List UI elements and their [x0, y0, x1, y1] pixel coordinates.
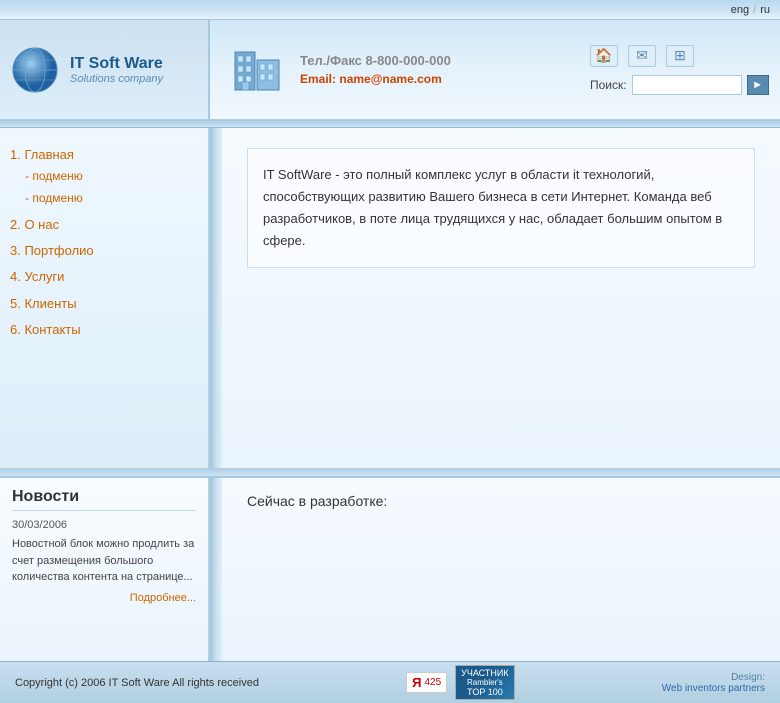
- search-label: Поиск:: [590, 78, 627, 92]
- email-value: name@name.com: [339, 72, 441, 86]
- nav-item-services: 4. Услуги: [10, 265, 198, 288]
- footer-design: Design: Web inventors partners: [662, 672, 765, 694]
- header-right: 🏠 ✉ ⊞ Поиск: ►: [580, 45, 780, 95]
- nav-sub-item-2: - подменю: [25, 188, 198, 210]
- logo-text: IT Soft Ware Solutions company: [70, 54, 163, 85]
- content-area: IT SoftWare - это полный комплекс услуг …: [222, 128, 780, 468]
- lang-ru[interactable]: ru: [760, 4, 770, 16]
- search-input[interactable]: [632, 75, 742, 95]
- main-content-text: IT SoftWare - это полный комплекс услуг …: [247, 148, 755, 268]
- nav-item-clients: 5. Клиенты: [10, 292, 198, 315]
- lang-eng[interactable]: eng: [731, 4, 749, 16]
- nav-sub-item-1: - подменю: [25, 166, 198, 188]
- footer: Copyright (c) 2006 IT Soft Ware All righ…: [0, 661, 780, 703]
- nav-link-services[interactable]: 4. Услуги: [10, 269, 64, 284]
- sidebar: 1. Главная - подменю - подменю 2. О нас …: [0, 128, 210, 468]
- news-title: Новости: [12, 488, 196, 511]
- contact-info: Тел./Факс 8-800-000-000 Email: name@name…: [300, 53, 451, 86]
- search-row: Поиск: ►: [590, 75, 769, 95]
- nav-item-contacts: 6. Контакты: [10, 318, 198, 341]
- footer-badges: Я 425 УЧАСТНИК Rambler's TOP 100: [406, 665, 514, 700]
- search-button[interactable]: ►: [747, 75, 769, 95]
- nav-item-portfolio: 3. Портфолио: [10, 239, 198, 262]
- email-address: Email: name@name.com: [300, 72, 451, 86]
- news-date: 30/03/2006: [12, 519, 196, 531]
- phone-number: Тел./Факс 8-800-000-000: [300, 53, 451, 68]
- nav-link-home[interactable]: 1. Главная: [10, 147, 74, 162]
- rambler-top100: TOP 100: [467, 687, 503, 697]
- rambler-badge[interactable]: УЧАСТНИК Rambler's TOP 100: [455, 665, 514, 700]
- nav-item-about: 2. О нас: [10, 213, 198, 236]
- yandex-logo: Я: [412, 675, 421, 690]
- nav-sub-link-1[interactable]: - подменю: [25, 169, 83, 183]
- main-area: 1. Главная - подменю - подменю 2. О нас …: [0, 128, 780, 468]
- bottom-area: Новости 30/03/2006 Новостной блок можно …: [0, 476, 780, 661]
- mail-icon-button[interactable]: ✉: [628, 45, 656, 67]
- rambler-name: Rambler's: [467, 678, 503, 687]
- dev-block: Сейчас в разработке:: [222, 478, 780, 661]
- home-icon-button[interactable]: 🏠: [590, 45, 618, 67]
- nav-link-portfolio[interactable]: 3. Портфолио: [10, 243, 94, 258]
- nav-menu: 1. Главная - подменю - подменю 2. О нас …: [10, 143, 198, 342]
- language-switcher: eng / ru: [731, 4, 770, 16]
- email-label-text: Email:: [300, 72, 336, 86]
- logo-globe-icon: [10, 45, 60, 95]
- nav-link-about[interactable]: 2. О нас: [10, 217, 59, 232]
- rambler-participant: УЧАСТНИК: [461, 668, 508, 678]
- design-link[interactable]: Web inventors partners: [662, 683, 765, 694]
- bottom-vertical-stripe: [210, 478, 222, 661]
- nav-submenu-home: - подменю - подменю: [10, 166, 198, 209]
- building-icon: [230, 42, 285, 97]
- vertical-stripe: [210, 128, 222, 468]
- header-stripe: [0, 120, 780, 128]
- design-label: Design:: [731, 672, 765, 683]
- news-more-link[interactable]: Подробнее...: [130, 592, 196, 604]
- logo-section: IT Soft Ware Solutions company: [0, 20, 210, 119]
- news-text: Новостной блок можно продлить за счет ра…: [12, 536, 196, 586]
- footer-copyright: Copyright (c) 2006 IT Soft Ware All righ…: [15, 677, 259, 689]
- dev-title: Сейчас в разработке:: [247, 493, 755, 509]
- logo-subtitle: Solutions company: [70, 73, 163, 85]
- logo-title: IT Soft Ware: [70, 54, 163, 73]
- top-bar: eng / ru: [0, 0, 780, 20]
- lang-separator: /: [753, 4, 756, 16]
- grid-icon-button[interactable]: ⊞: [666, 45, 694, 67]
- header-icon-row: 🏠 ✉ ⊞: [590, 45, 694, 67]
- yandex-count: 425: [424, 677, 441, 688]
- nav-link-contacts[interactable]: 6. Контакты: [10, 322, 81, 337]
- header-center: Тел./Факс 8-800-000-000 Email: name@name…: [210, 42, 580, 97]
- nav-item-home: 1. Главная - подменю - подменю: [10, 143, 198, 210]
- header: IT Soft Ware Solutions company Тел./Факс…: [0, 20, 780, 120]
- middle-stripe: [0, 468, 780, 476]
- nav-sub-link-2[interactable]: - подменю: [25, 191, 83, 205]
- news-block: Новости 30/03/2006 Новостной блок можно …: [0, 478, 210, 661]
- nav-link-clients[interactable]: 5. Клиенты: [10, 296, 77, 311]
- yandex-badge[interactable]: Я 425: [406, 672, 447, 693]
